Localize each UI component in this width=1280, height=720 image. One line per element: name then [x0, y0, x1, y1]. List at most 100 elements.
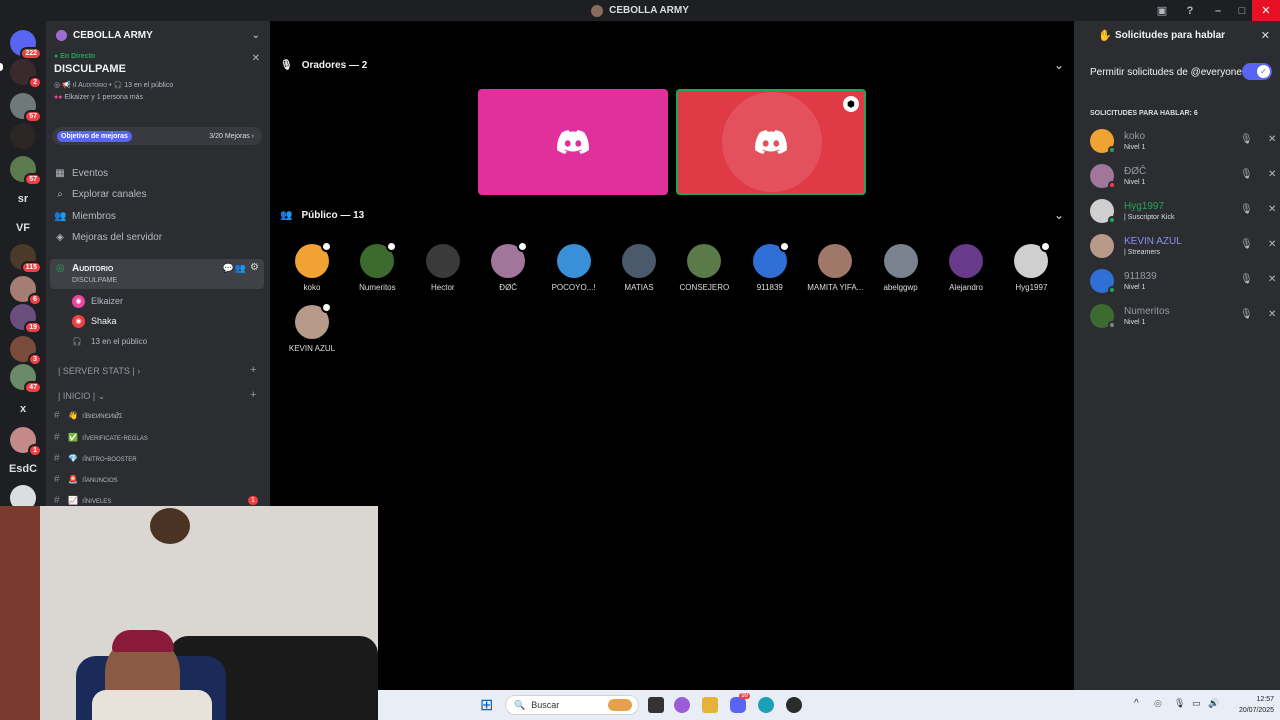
- audience-header[interactable]: 👥 Público — 13: [280, 210, 364, 221]
- accept-request-icon[interactable]: 🎙: [1240, 239, 1253, 250]
- deny-request-icon[interactable]: ✕: [1268, 309, 1276, 320]
- nav-explorar-canales[interactable]: ⌕ Explorar canales: [54, 185, 146, 203]
- audience-member[interactable]: koko: [284, 241, 340, 292]
- nav-eventos[interactable]: ▦ Eventos: [54, 164, 108, 182]
- audience-member[interactable]: POCOYO...!: [546, 244, 602, 292]
- copilot-icon[interactable]: [674, 697, 690, 713]
- guild-icon[interactable]: 115: [10, 244, 42, 274]
- guild-icon[interactable]: 1: [10, 427, 42, 457]
- tray-chevron-icon[interactable]: ^: [1134, 698, 1139, 709]
- guild-icon[interactable]: 3: [10, 336, 42, 366]
- audience-member[interactable]: MATIAS: [611, 244, 667, 292]
- guild-icon[interactable]: EsdC: [9, 456, 37, 482]
- accept-request-icon[interactable]: 🎙: [1240, 204, 1253, 215]
- edge-icon[interactable]: [758, 697, 774, 713]
- screen-icon[interactable]: ▣: [1148, 0, 1176, 21]
- deny-request-icon[interactable]: ✕: [1268, 169, 1276, 180]
- speak-request-item[interactable]: Numeritos Nivel 1 🎙 ✕: [1088, 302, 1276, 330]
- guild-icon[interactable]: 6: [10, 276, 42, 306]
- task-view-icon[interactable]: [648, 697, 664, 713]
- audience-member[interactable]: Hector: [415, 244, 471, 292]
- windows-start-icon[interactable]: ⊞: [480, 695, 496, 714]
- microphone-tray-icon[interactable]: 🎙: [1174, 698, 1185, 709]
- help-icon[interactable]: ?: [1176, 0, 1204, 21]
- clock[interactable]: 12:57 20/07/2025: [1224, 694, 1274, 716]
- guild-icon[interactable]: 47: [10, 364, 42, 394]
- guild-icon[interactable]: 19: [10, 304, 42, 334]
- text-channel-4[interactable]: # 🚨 ıl anuncios: [54, 471, 118, 487]
- chevron-down-icon[interactable]: ⌄: [1054, 58, 1064, 72]
- close-panel-icon[interactable]: ✕: [1261, 29, 1270, 42]
- audience-member[interactable]: 911839: [742, 241, 798, 292]
- audience-member[interactable]: CONSEJERO: [676, 244, 732, 292]
- accept-request-icon[interactable]: 🎙: [1240, 169, 1253, 180]
- speaker-tile-shaka[interactable]: ⬢: [676, 89, 866, 195]
- maximize-button[interactable]: □: [1232, 0, 1252, 21]
- speaker-tile-elkaizer[interactable]: [478, 89, 668, 195]
- text-channel-3[interactable]: # 💎 ıl nitro-booster: [54, 450, 137, 466]
- deny-request-icon[interactable]: ✕: [1268, 239, 1276, 250]
- live-title: DISCULPAME: [54, 63, 126, 75]
- audience-member[interactable]: abelggwp: [873, 244, 929, 292]
- audience-member[interactable]: Numeritos: [349, 241, 405, 292]
- guild-icon[interactable]: 2: [10, 59, 42, 89]
- request-user-role: | Suscriptor Kick: [1124, 214, 1175, 221]
- volume-icon[interactable]: 🔊: [1208, 698, 1219, 709]
- deny-request-icon[interactable]: ✕: [1268, 204, 1276, 215]
- close-window-button[interactable]: ✕: [1252, 0, 1280, 21]
- guild-icon[interactable]: VF: [10, 215, 36, 241]
- speak-request-item[interactable]: KEVIN AZUL | Streamers 🎙 ✕: [1088, 232, 1276, 260]
- nav-miembros[interactable]: 👥 Miembros: [54, 207, 116, 225]
- audience-member[interactable]: ÐØČ: [480, 241, 536, 292]
- accept-request-icon[interactable]: 🎙: [1240, 309, 1253, 320]
- speak-request-item[interactable]: 911839 Nivel 1 🎙 ✕: [1088, 267, 1276, 295]
- nav-mejoras-del-servidor[interactable]: ◈ Mejoras del servidor: [54, 228, 162, 246]
- guild-icon[interactable]: 57: [10, 93, 42, 123]
- discord-taskbar-icon[interactable]: 99: [730, 693, 750, 713]
- file-explorer-icon[interactable]: [702, 697, 718, 713]
- text-channel-1[interactable]: # 👋 ıl вιєиνєиι∂σ: [54, 407, 123, 423]
- request-user-name: Hyg1997: [1124, 201, 1165, 212]
- speak-request-item[interactable]: ÐØČ Nivel 1 🎙 ✕: [1088, 162, 1276, 190]
- voice-audience-count[interactable]: 🎧 13 en el público: [72, 333, 147, 349]
- live-stage-card[interactable]: ● En Directo DISCULPAME ◎ 📢 ıl Auditorio…: [54, 53, 262, 101]
- category-server-stats[interactable]: | SERVER STATS | ›: [58, 366, 140, 376]
- speak-request-item[interactable]: Hyg1997 | Suscriptor Kick 🎙 ✕: [1088, 197, 1276, 225]
- audience-icon: 👥: [280, 210, 293, 221]
- category-inicio[interactable]: | INICIO | ⌄: [58, 391, 105, 402]
- audience-member[interactable]: Hyg1997: [1003, 241, 1059, 292]
- text-channel-2[interactable]: # ✅ ıl verificate-reglas: [54, 429, 148, 445]
- obs-icon[interactable]: [786, 697, 802, 713]
- guild-icon[interactable]: [10, 123, 36, 149]
- server-header[interactable]: CEBOLLA ARMY ⌄: [46, 21, 270, 49]
- tray-app-icon[interactable]: ◎: [1154, 698, 1162, 709]
- add-channel-icon[interactable]: +: [250, 364, 256, 376]
- allow-requests-toggle[interactable]: ✓: [1242, 63, 1272, 80]
- taskbar-search[interactable]: 🔍 Buscar: [505, 695, 639, 715]
- guild-icon[interactable]: 57: [10, 156, 42, 186]
- guild-icon[interactable]: x: [10, 396, 36, 422]
- voice-user-elkaizer[interactable]: ◉ Elkaizer: [72, 293, 123, 309]
- gear-icon[interactable]: ⚙: [250, 262, 259, 273]
- minimize-button[interactable]: –: [1204, 0, 1232, 21]
- add-channel-icon[interactable]: +: [250, 389, 256, 401]
- network-icon[interactable]: ▭: [1192, 698, 1201, 709]
- boost-goal-bar[interactable]: Objetivo de mejoras 3/20 Mejoras ›: [52, 127, 262, 145]
- audience-member[interactable]: MAMITA YIFA...: [807, 244, 863, 292]
- speak-request-item[interactable]: koko Nivel 1 🎙 ✕: [1088, 127, 1276, 155]
- voice-channel-auditorio[interactable]: ◎ Auditorio DISCULPAME 💬 👥 ⚙: [50, 259, 264, 289]
- speakers-header[interactable]: 🎙 Oradores — 2: [280, 60, 367, 71]
- accept-request-icon[interactable]: 🎙: [1240, 274, 1253, 285]
- voice-user-shaka[interactable]: ◉ Shaka: [72, 313, 117, 329]
- close-icon[interactable]: ✕: [252, 53, 260, 64]
- deny-request-icon[interactable]: ✕: [1268, 134, 1276, 145]
- deny-request-icon[interactable]: ✕: [1268, 274, 1276, 285]
- guild-icon[interactable]: 222: [10, 30, 42, 60]
- add-member-icon[interactable]: 👥: [235, 263, 246, 274]
- audience-member[interactable]: Alejandro: [938, 244, 994, 292]
- chat-icon[interactable]: 💬: [223, 263, 234, 274]
- chevron-down-icon[interactable]: ⌄: [1054, 208, 1064, 222]
- guild-icon[interactable]: sr: [10, 186, 36, 212]
- accept-request-icon[interactable]: 🎙: [1240, 134, 1253, 145]
- audience-member[interactable]: KEVIN AZUL: [284, 302, 340, 353]
